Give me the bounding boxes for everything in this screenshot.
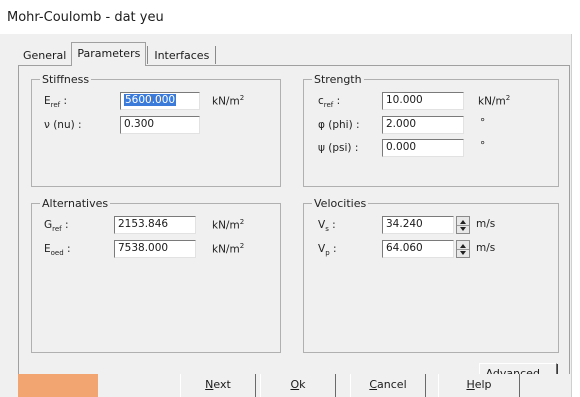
psi-label: ψ (psi) :	[318, 142, 359, 154]
eoed-unit: kN/m2	[212, 242, 245, 256]
eref-label: Eref :	[44, 95, 68, 110]
eoed-input[interactable]: 7538.000	[114, 240, 196, 258]
spin-down-icon[interactable]	[460, 227, 466, 231]
tab-general[interactable]: General	[18, 46, 71, 66]
help-button[interactable]: Help	[438, 374, 520, 397]
nu-input[interactable]: 0.300	[120, 116, 200, 134]
spin-up-icon[interactable]	[460, 244, 466, 248]
window-titlebar: Mohr-Coulomb - dat yeu	[0, 0, 580, 34]
tab-separator	[215, 46, 217, 64]
eref-unit: kN/m2	[212, 94, 245, 108]
psi-unit: °	[480, 140, 486, 152]
vp-input[interactable]: 64.060	[382, 240, 454, 258]
window-title: Mohr-Coulomb - dat yeu	[7, 10, 164, 25]
tab-strip: General Parameters Interfaces	[18, 42, 217, 66]
tab-separator	[147, 46, 149, 64]
vs-label: Vs :	[318, 219, 336, 234]
dialog-footer: Next Ok Cancel Help	[18, 374, 570, 397]
gref-unit: kN/m2	[212, 218, 245, 232]
parameters-panel: Stiffness Eref : 5600.000 kN/m2 ν (nu) :…	[18, 65, 570, 387]
ok-button[interactable]: Ok	[260, 374, 336, 397]
tab-parameters[interactable]: Parameters	[71, 42, 147, 66]
phi-unit: °	[480, 117, 486, 129]
gref-label: Gref :	[44, 219, 69, 234]
cref-unit: kN/m2	[478, 94, 511, 108]
vp-label: Vp :	[318, 243, 337, 258]
gref-input[interactable]: 2153.846	[114, 216, 196, 234]
cref-label: cref :	[318, 95, 341, 110]
stiffness-group: Stiffness Eref : 5600.000 kN/m2 ν (nu) :…	[31, 73, 281, 187]
spin-up-icon[interactable]	[460, 220, 466, 224]
next-button[interactable]: Next	[180, 374, 256, 397]
alternatives-group: Alternatives Gref : 2153.846 kN/m2 Eoed …	[31, 197, 281, 353]
velocities-group: Velocities Vs : 34.240 m/s Vp : 64.060 m…	[303, 197, 559, 353]
velocities-legend: Velocities	[312, 197, 369, 210]
eoed-label: Eoed :	[44, 243, 71, 258]
footer-accent-block	[18, 374, 98, 397]
stiffness-legend: Stiffness	[40, 73, 92, 86]
nu-label: ν (nu) :	[44, 119, 82, 131]
cancel-button[interactable]: Cancel	[350, 374, 426, 397]
strength-group: Strength cref : 10.000 kN/m2 φ (phi) : 2…	[303, 73, 559, 187]
vp-spinner[interactable]	[456, 240, 470, 258]
cref-input[interactable]: 10.000	[382, 92, 464, 110]
eref-value: 5600.000	[124, 94, 177, 106]
vs-input[interactable]: 34.240	[382, 216, 454, 234]
phi-label: φ (phi) :	[318, 119, 360, 131]
eref-input[interactable]: 5600.000	[120, 92, 200, 110]
alternatives-legend: Alternatives	[40, 197, 111, 210]
vs-spinner[interactable]	[456, 216, 470, 234]
phi-input[interactable]: 2.000	[382, 116, 464, 134]
psi-input[interactable]: 0.000	[382, 139, 464, 157]
dialog-client-area: General Parameters Interfaces Stiffness …	[0, 34, 572, 397]
vs-unit: m/s	[476, 218, 496, 230]
strength-legend: Strength	[312, 73, 364, 86]
spin-down-icon[interactable]	[460, 251, 466, 255]
tab-interfaces[interactable]: Interfaces	[149, 46, 214, 66]
vp-unit: m/s	[476, 242, 496, 254]
